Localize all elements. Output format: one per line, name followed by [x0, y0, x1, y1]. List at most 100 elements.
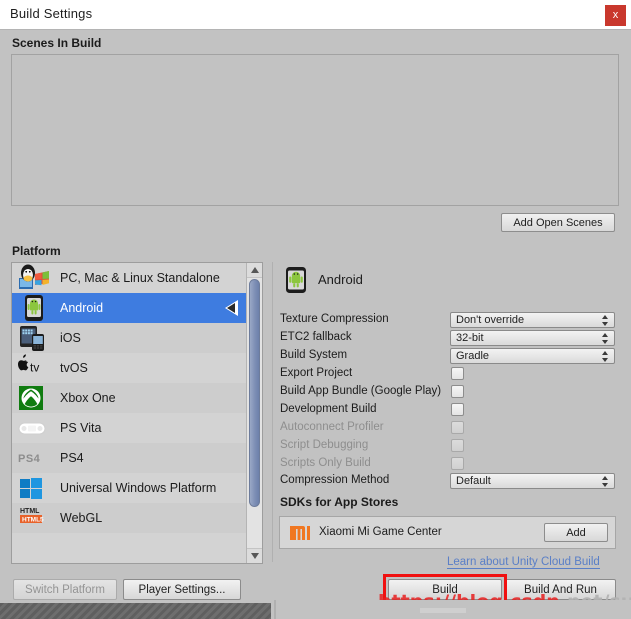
ps4-icon: PS4: [16, 444, 52, 472]
platform-item-label: PS4: [60, 451, 84, 465]
platform-item-xbox-one[interactable]: Xbox One: [12, 383, 246, 413]
chevron-updown-icon: [602, 315, 609, 326]
platform-item-android[interactable]: Android: [12, 293, 246, 323]
autoconnect-profiler-checkbox: [451, 421, 464, 434]
build-settings-window: Build Settings x Scenes In Build Add Ope…: [0, 0, 631, 619]
platform-item-label: WebGL: [60, 511, 103, 525]
platform-item-label: Android: [60, 301, 104, 315]
svg-text:tv: tv: [30, 361, 39, 375]
background-strip: [0, 600, 631, 619]
setting-row-compression-method: Compression Method Default: [280, 473, 615, 491]
setting-label: Texture Compression: [280, 313, 389, 325]
setting-label: Build App Bundle (Google Play): [280, 385, 442, 397]
development-build-checkbox[interactable]: [451, 403, 464, 416]
android-icon: [16, 294, 52, 322]
compression-method-dropdown[interactable]: Default: [450, 473, 615, 489]
setting-label: ETC2 fallback: [280, 331, 352, 343]
dropdown-value: Default: [456, 475, 491, 487]
setting-row-build-system: Build System Gradle: [280, 348, 615, 366]
background-strip-separator: [274, 600, 276, 619]
build-button[interactable]: Build: [388, 579, 502, 600]
platform-list-scrollbar[interactable]: [246, 263, 262, 563]
android-icon: [284, 266, 308, 294]
build-system-dropdown[interactable]: Gradle: [450, 348, 615, 364]
platform-item-label: Xbox One: [60, 391, 116, 405]
psvita-icon: [16, 414, 52, 442]
chevron-updown-icon: [602, 476, 609, 487]
setting-row-texture-compression: Texture Compression Don't override: [280, 312, 615, 330]
player-settings-button[interactable]: Player Settings...: [123, 579, 241, 600]
texture-compression-dropdown[interactable]: Don't override: [450, 312, 615, 328]
setting-label: Script Debugging: [280, 439, 369, 451]
chevron-updown-icon: [602, 333, 609, 344]
chevron-updown-icon: [602, 351, 609, 362]
scroll-up-icon[interactable]: [247, 263, 262, 278]
switch-platform-button[interactable]: Switch Platform: [13, 579, 117, 600]
platform-list[interactable]: PC, Mac & Linux Standalone Android iOS t…: [11, 262, 263, 564]
etc2-fallback-dropdown[interactable]: 32-bit: [450, 330, 615, 346]
setting-row-etc2-fallback: ETC2 fallback 32-bit: [280, 330, 615, 348]
platform-item-webgl[interactable]: HTML HTML5 WebGL: [12, 503, 246, 533]
setting-row-export-project: Export Project: [280, 366, 615, 384]
sdk-list: Xiaomi Mi Game Center Add: [279, 516, 616, 549]
setting-label: Autoconnect Profiler: [280, 421, 384, 433]
scrollbar-thumb[interactable]: [249, 279, 260, 507]
sdk-add-button[interactable]: Add: [544, 523, 608, 542]
build-app-bundle-checkbox[interactable]: [451, 385, 464, 398]
setting-label: Compression Method: [280, 474, 390, 486]
setting-label: Development Build: [280, 403, 377, 415]
scripts-only-build-checkbox: [451, 457, 464, 470]
platform-item-universal-windows-platform[interactable]: Universal Windows Platform: [12, 473, 246, 503]
html5-icon: HTML HTML5: [16, 504, 52, 532]
add-open-scenes-button[interactable]: Add Open Scenes: [501, 213, 615, 232]
setting-row-development-build: Development Build: [280, 402, 615, 420]
close-icon[interactable]: x: [605, 5, 626, 26]
windows-icon: [16, 474, 52, 502]
setting-row-build-app-bundle: Build App Bundle (Google Play): [280, 384, 615, 402]
platform-item-label: tvOS: [60, 361, 88, 375]
dropdown-value: 32-bit: [456, 332, 484, 344]
unity-cloud-build-link[interactable]: Learn about Unity Cloud Build: [447, 556, 600, 569]
scenes-in-build-header: Scenes In Build: [12, 36, 102, 50]
scenes-in-build-list[interactable]: [11, 54, 619, 206]
setting-label: Scripts Only Build: [280, 457, 371, 469]
platform-item-ps4[interactable]: PS4 PS4: [12, 443, 246, 473]
platform-item-label: iOS: [60, 331, 81, 345]
platform-item-tvos[interactable]: tv tvOS: [12, 353, 246, 383]
dropdown-value: Gradle: [456, 350, 490, 362]
background-strip-light: [420, 608, 466, 613]
title-bar: Build Settings x: [0, 0, 631, 30]
panel-divider: [272, 262, 273, 562]
platform-item-standalone[interactable]: PC, Mac & Linux Standalone: [12, 263, 246, 293]
unity-active-icon: [225, 300, 238, 316]
sdk-entry-name: Xiaomi Mi Game Center: [319, 526, 442, 538]
tvos-icon: tv: [16, 354, 52, 382]
platform-item-label: PC, Mac & Linux Standalone: [60, 271, 220, 285]
setting-label: Export Project: [280, 367, 353, 379]
platform-item-label: PS Vita: [60, 421, 102, 435]
platform-item-ios[interactable]: iOS: [12, 323, 246, 353]
window-title: Build Settings: [10, 6, 93, 21]
background-strip-dark: [0, 603, 271, 619]
build-target-name: Android: [318, 272, 363, 287]
script-debugging-checkbox: [451, 439, 464, 452]
xbox-icon: [16, 384, 52, 412]
dropdown-value: Don't override: [456, 314, 525, 326]
platform-header: Platform: [12, 244, 61, 258]
setting-row-scripts-only-build: Scripts Only Build: [280, 456, 615, 474]
setting-row-script-debugging: Script Debugging: [280, 438, 615, 456]
platform-item-label: Universal Windows Platform: [60, 481, 217, 495]
svg-text:HTML: HTML: [20, 508, 40, 515]
scroll-down-icon[interactable]: [247, 548, 262, 563]
platform-item-ps-vita[interactable]: PS Vita: [12, 413, 246, 443]
standalone-icon: [16, 264, 52, 292]
setting-row-autoconnect-profiler: Autoconnect Profiler: [280, 420, 615, 438]
svg-text:PS4: PS4: [18, 453, 41, 465]
build-and-run-button[interactable]: Build And Run: [505, 579, 616, 600]
svg-text:HTML5: HTML5: [22, 517, 44, 524]
setting-label: Build System: [280, 349, 348, 361]
sdks-for-app-stores-header: SDKs for App Stores: [280, 495, 399, 509]
ios-icon: [16, 324, 52, 352]
export-project-checkbox[interactable]: [451, 367, 464, 380]
xiaomi-mi-icon: [290, 524, 310, 542]
